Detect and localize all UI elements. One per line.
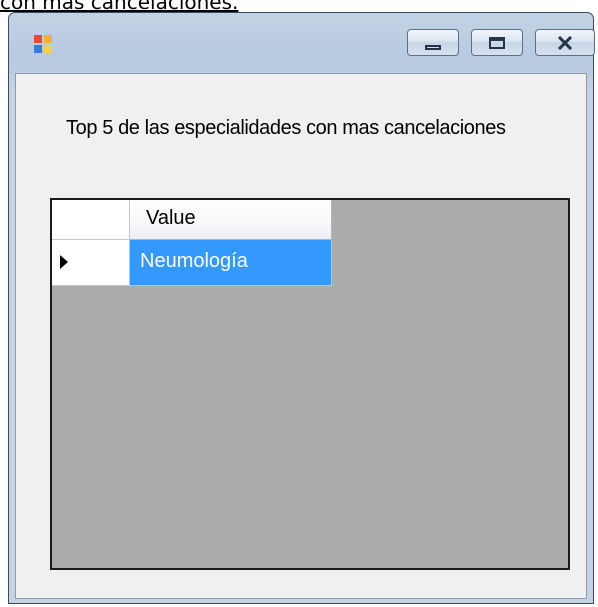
row-header[interactable] [52, 240, 130, 286]
minimize-button[interactable] [407, 29, 459, 56]
close-icon [557, 35, 573, 50]
current-row-arrow-icon [60, 255, 68, 269]
close-button[interactable] [535, 29, 595, 56]
form-title-label: Top 5 de las especialidades con mas canc… [66, 117, 506, 139]
minimize-icon [425, 45, 441, 50]
app-icon[interactable] [34, 35, 56, 57]
data-grid[interactable]: Value Neumología [50, 198, 570, 570]
column-header-value[interactable]: Value [130, 200, 332, 240]
grid-corner-header[interactable] [52, 200, 130, 240]
grid-cell-value[interactable]: Neumología [130, 240, 332, 286]
maximize-icon [489, 36, 505, 49]
maximize-button[interactable] [471, 29, 523, 56]
